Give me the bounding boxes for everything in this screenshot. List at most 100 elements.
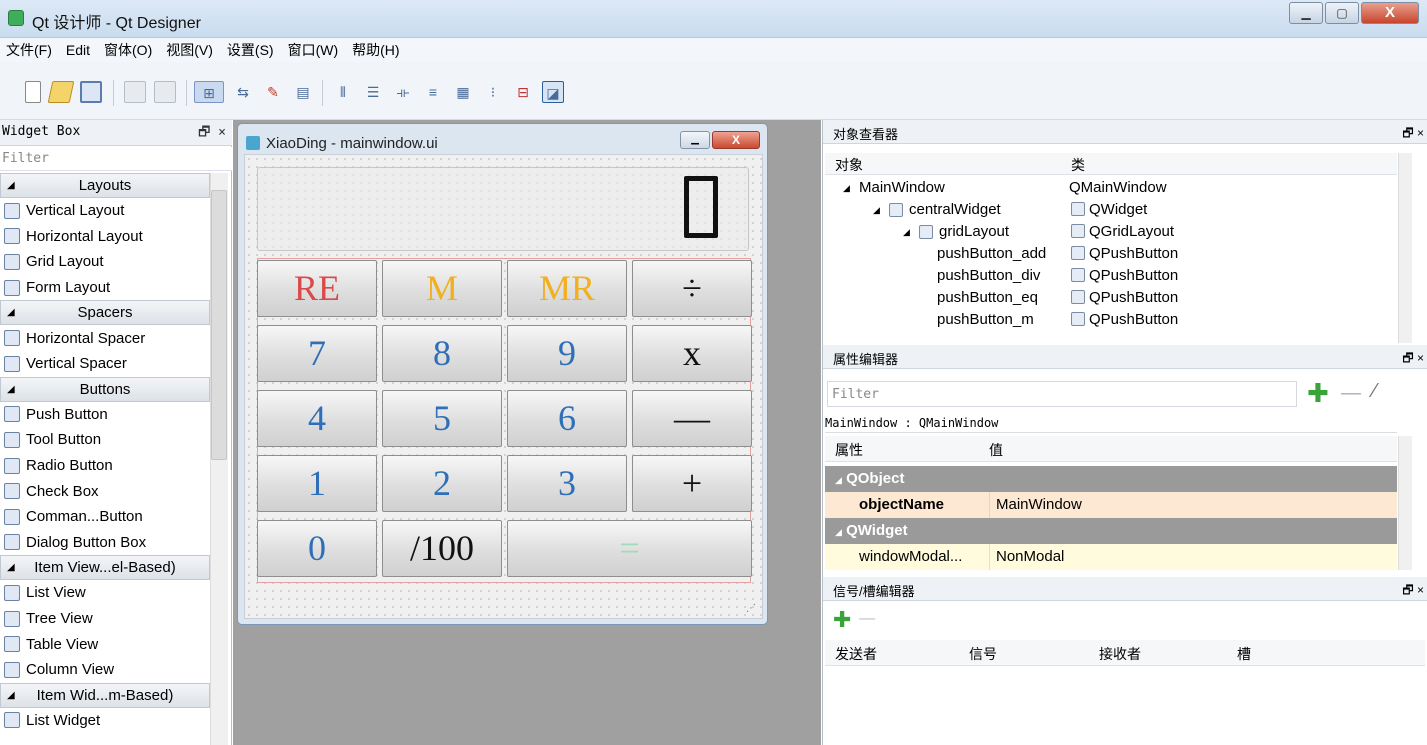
minimize-button[interactable]: ▁ — [1289, 2, 1323, 24]
object-tree-row[interactable]: ◢ centralWidget QWidget — [823, 199, 1395, 221]
widget-category[interactable]: ◢ Item Wid...m-Based) — [0, 682, 210, 708]
copy-icon[interactable] — [124, 81, 146, 103]
widget-category[interactable]: ◢ Spacers — [0, 300, 210, 326]
calc-button[interactable]: RE — [257, 260, 377, 317]
panel-float-close-icon[interactable]: 🗗 × — [198, 123, 226, 145]
calc-button[interactable]: 6 — [507, 390, 627, 447]
calc-button[interactable]: x — [632, 325, 752, 382]
property-group-qobject[interactable]: ◢ QObject — [825, 466, 1397, 492]
form-close-button[interactable]: X — [712, 131, 760, 149]
new-file-icon[interactable] — [25, 81, 41, 103]
property-row-windowmodality[interactable]: windowModal... NonModal — [825, 544, 1397, 570]
object-tree-row[interactable]: ◢ gridLayout QGridLayout — [823, 221, 1395, 243]
layout-h-splitter-icon[interactable]: ⟛ — [392, 81, 414, 103]
calc-button[interactable]: M — [382, 260, 502, 317]
calc-button[interactable]: — — [632, 390, 752, 447]
panel-float-close-icon[interactable]: 🗗 × — [1402, 349, 1424, 370]
widget-category[interactable]: ◢ Buttons — [0, 376, 210, 402]
panel-float-close-icon[interactable]: 🗗 × — [1402, 124, 1424, 145]
calc-button[interactable]: 1 — [257, 455, 377, 512]
edit-signals-slots-icon[interactable]: ⇆ — [232, 81, 254, 103]
widget-item[interactable]: Horizontal Layout — [0, 224, 210, 250]
layout-vertical-icon[interactable]: ☰ — [362, 81, 384, 103]
property-row-objectname[interactable]: objectName MainWindow — [825, 492, 1397, 518]
calc-button[interactable]: 0 — [257, 520, 377, 577]
widget-item[interactable]: Radio Button — [0, 453, 210, 479]
menu-file[interactable]: 文件(F) — [6, 40, 52, 60]
widget-item[interactable]: Table View — [0, 631, 210, 657]
property-group-qwidget[interactable]: ◢ QWidget — [825, 518, 1397, 544]
paste-icon[interactable] — [154, 81, 176, 103]
layout-v-splitter-icon[interactable]: ≡ — [422, 81, 444, 103]
configure-wrench-icon[interactable]: ⁄ — [1373, 380, 1376, 403]
widget-item[interactable]: Vertical Spacer — [0, 351, 210, 377]
widget-item[interactable]: Tool Button — [0, 427, 210, 453]
remove-property-icon[interactable]: — — [1341, 382, 1361, 405]
edit-tab-order-icon[interactable]: ▤ — [292, 81, 314, 103]
calc-button[interactable]: 5 — [382, 390, 502, 447]
calc-button[interactable]: 7 — [257, 325, 377, 382]
widget-item[interactable]: Check Box — [0, 478, 210, 504]
form-minimize-button[interactable]: ▁ — [680, 131, 710, 149]
property-scrollbar[interactable] — [1398, 436, 1412, 570]
menu-window[interactable]: 窗口(W) — [288, 40, 339, 60]
widget-item[interactable]: Column View — [0, 657, 210, 683]
calc-button[interactable]: 3 — [507, 455, 627, 512]
widget-item[interactable]: Dialog Button Box — [0, 530, 210, 556]
layout-grid-icon[interactable]: ▦ — [452, 81, 474, 103]
calc-button[interactable]: ÷ — [632, 260, 752, 317]
widget-item[interactable]: List View — [0, 580, 210, 606]
property-filter-input[interactable]: Filter — [827, 381, 1297, 407]
panel-float-close-icon[interactable]: 🗗 × — [1402, 581, 1424, 602]
object-inspector-scrollbar[interactable] — [1398, 153, 1412, 343]
edit-widgets-icon[interactable]: ⊞ — [194, 81, 224, 103]
calc-button[interactable]: /100 — [382, 520, 502, 577]
size-grip-icon[interactable]: ⋰ — [746, 603, 756, 614]
break-layout-icon[interactable]: ⊟ — [512, 81, 534, 103]
object-tree-row[interactable]: pushButton_eq QPushButton — [823, 287, 1395, 309]
widget-item[interactable]: Tree View — [0, 606, 210, 632]
widget-item[interactable]: Form Layout — [0, 275, 210, 301]
save-icon[interactable] — [80, 81, 102, 103]
widget-item[interactable]: List Widget — [0, 708, 210, 734]
widget-item[interactable]: Push Button — [0, 402, 210, 428]
maximize-button[interactable]: ▢ — [1325, 2, 1359, 24]
add-property-icon[interactable]: ✚ — [1307, 378, 1329, 409]
widget-category[interactable]: ◢ Item View...el-Based) — [0, 555, 210, 581]
adjust-size-icon[interactable]: ◪ — [542, 81, 564, 103]
layout-horizontal-icon[interactable]: ⫴ — [332, 81, 354, 103]
layout-form-icon[interactable]: ⁝ — [482, 81, 504, 103]
object-tree-row[interactable]: pushButton_div QPushButton — [823, 265, 1395, 287]
form-window[interactable]: XiaoDing - mainwindow.ui ▁ X 0 ⋰ REMMR÷ 7… — [237, 123, 768, 625]
calc-button[interactable]: 9 — [507, 325, 627, 382]
lcd-display[interactable]: 0 — [257, 167, 749, 251]
object-tree-row[interactable]: ◢ MainWindow QMainWindow — [823, 177, 1395, 199]
calc-button[interactable]: 8 — [382, 325, 502, 382]
calc-button[interactable]: + — [632, 455, 752, 512]
widget-box-filter-input[interactable]: Filter — [0, 147, 232, 171]
form-layout-icon — [4, 279, 20, 296]
widget-item[interactable]: Grid Layout — [0, 249, 210, 275]
edit-buddies-icon[interactable]: ✎ — [262, 81, 284, 103]
menu-edit[interactable]: Edit — [66, 42, 90, 58]
remove-connection-icon[interactable]: — — [859, 610, 875, 628]
menu-help[interactable]: 帮助(H) — [352, 40, 399, 60]
calc-button[interactable]: 2 — [382, 455, 502, 512]
object-tree-row[interactable]: pushButton_add QPushButton — [823, 243, 1395, 265]
menu-settings[interactable]: 设置(S) — [227, 40, 274, 60]
collapse-arrow-icon: ◢ — [7, 180, 15, 191]
widget-item[interactable]: Comman...Button — [0, 504, 210, 530]
menu-view[interactable]: 视图(V) — [166, 40, 213, 60]
widget-item[interactable]: Vertical Layout — [0, 198, 210, 224]
object-tree-row[interactable]: pushButton_m QPushButton — [823, 309, 1395, 331]
open-folder-icon[interactable] — [47, 81, 75, 103]
widget-item[interactable]: Horizontal Spacer — [0, 325, 210, 351]
calc-button[interactable]: MR — [507, 260, 627, 317]
widget-category[interactable]: ◢ Layouts — [0, 173, 210, 198]
calc-button[interactable]: = — [507, 520, 752, 577]
widget-box-scroll-thumb[interactable] — [211, 190, 227, 460]
add-connection-icon[interactable]: ✚ — [833, 607, 851, 633]
calc-button[interactable]: 4 — [257, 390, 377, 447]
menu-form[interactable]: 窗体(O) — [104, 40, 152, 60]
close-button[interactable]: X — [1361, 2, 1419, 24]
